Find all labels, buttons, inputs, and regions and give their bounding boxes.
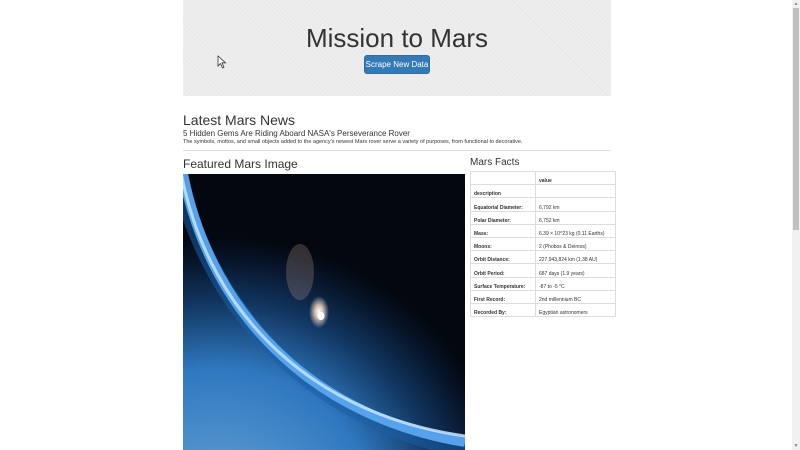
news-headline: 5 Hidden Gems Are Riding Aboard NASA's P… [183,129,410,138]
table-row: Orbit Distance: 227,943,824 km (1.38 AU) [470,250,616,265]
table-header-row: value [470,170,616,186]
table-row-label: First Record: [470,289,536,304]
table-row-value: -87 to -5 °C [535,276,616,291]
table-row-label: Recorded By: [470,302,536,318]
table-row-label: Mass: [470,223,536,238]
scroll-up-arrow-icon[interactable]: ▲ [792,0,800,8]
scroll-down-arrow-icon[interactable]: ▼ [792,442,800,450]
news-section-title: Latest Mars News [183,112,296,128]
table-index-label: description [470,184,536,199]
mars-facts-table: value description Equatorial Diameter: 6… [470,170,616,318]
mars-facts-title: Mars Facts [470,157,520,168]
scrollbar-thumb[interactable] [793,8,799,230]
vertical-scrollbar[interactable]: ▲ ▼ [792,0,800,450]
mouse-cursor-icon [217,55,227,69]
scrape-new-data-button[interactable]: Scrape New Data [364,55,430,74]
table-row: Equatorial Diameter: 6,792 km [470,197,616,212]
table-row-label: Moons: [470,236,536,252]
featured-image-title: Featured Mars Image [183,157,298,171]
table-row-value: 2nd millennium BC [535,289,616,304]
table-row-value: 6,792 km [535,197,616,212]
table-header-cell [535,184,616,199]
table-row-value: 227,943,824 km (1.38 AU) [535,250,616,265]
table-row: Mass: 6.39 × 10^23 kg (0.11 Earths) [470,223,616,238]
table-row: Polar Diameter: 6,752 km [470,210,616,225]
table-row: Orbit Period: 687 days (1.9 years) [470,263,616,278]
table-row-value: Egyptian astronomers [535,302,616,318]
table-row-label: Polar Diameter: [470,210,536,225]
section-divider [183,150,610,151]
page-title: Mission to Mars [305,23,489,53]
table-row-label: Surface Temperature: [470,276,536,291]
table-index-row: description [470,184,616,199]
news-teaser: The symbols, mottos, and small objects a… [183,139,523,145]
table-header-cell [470,170,536,186]
table-row-value: 6,752 km [535,210,616,225]
mars-limb-image [183,174,465,450]
table-row-label: Equatorial Diameter: [470,197,536,212]
table-row: Recorded By: Egyptian astronomers [470,302,616,318]
table-row-value: 2 (Phobos & Deimos) [535,236,616,252]
table-row-value: 6.39 × 10^23 kg (0.11 Earths) [535,223,616,238]
table-row: Surface Temperature: -87 to -5 °C [470,276,616,291]
table-header-cell: value [535,170,616,186]
featured-mars-image [183,174,465,450]
table-row-label: Orbit Period: [470,263,536,278]
table-row: Moons: 2 (Phobos & Deimos) [470,236,616,252]
jumbotron-header: Mission to Mars Scrape New Data [183,0,611,96]
table-row-value: 687 days (1.9 years) [535,263,616,278]
table-row-label: Orbit Distance: [470,250,536,265]
table-row: First Record: 2nd millennium BC [470,289,616,304]
